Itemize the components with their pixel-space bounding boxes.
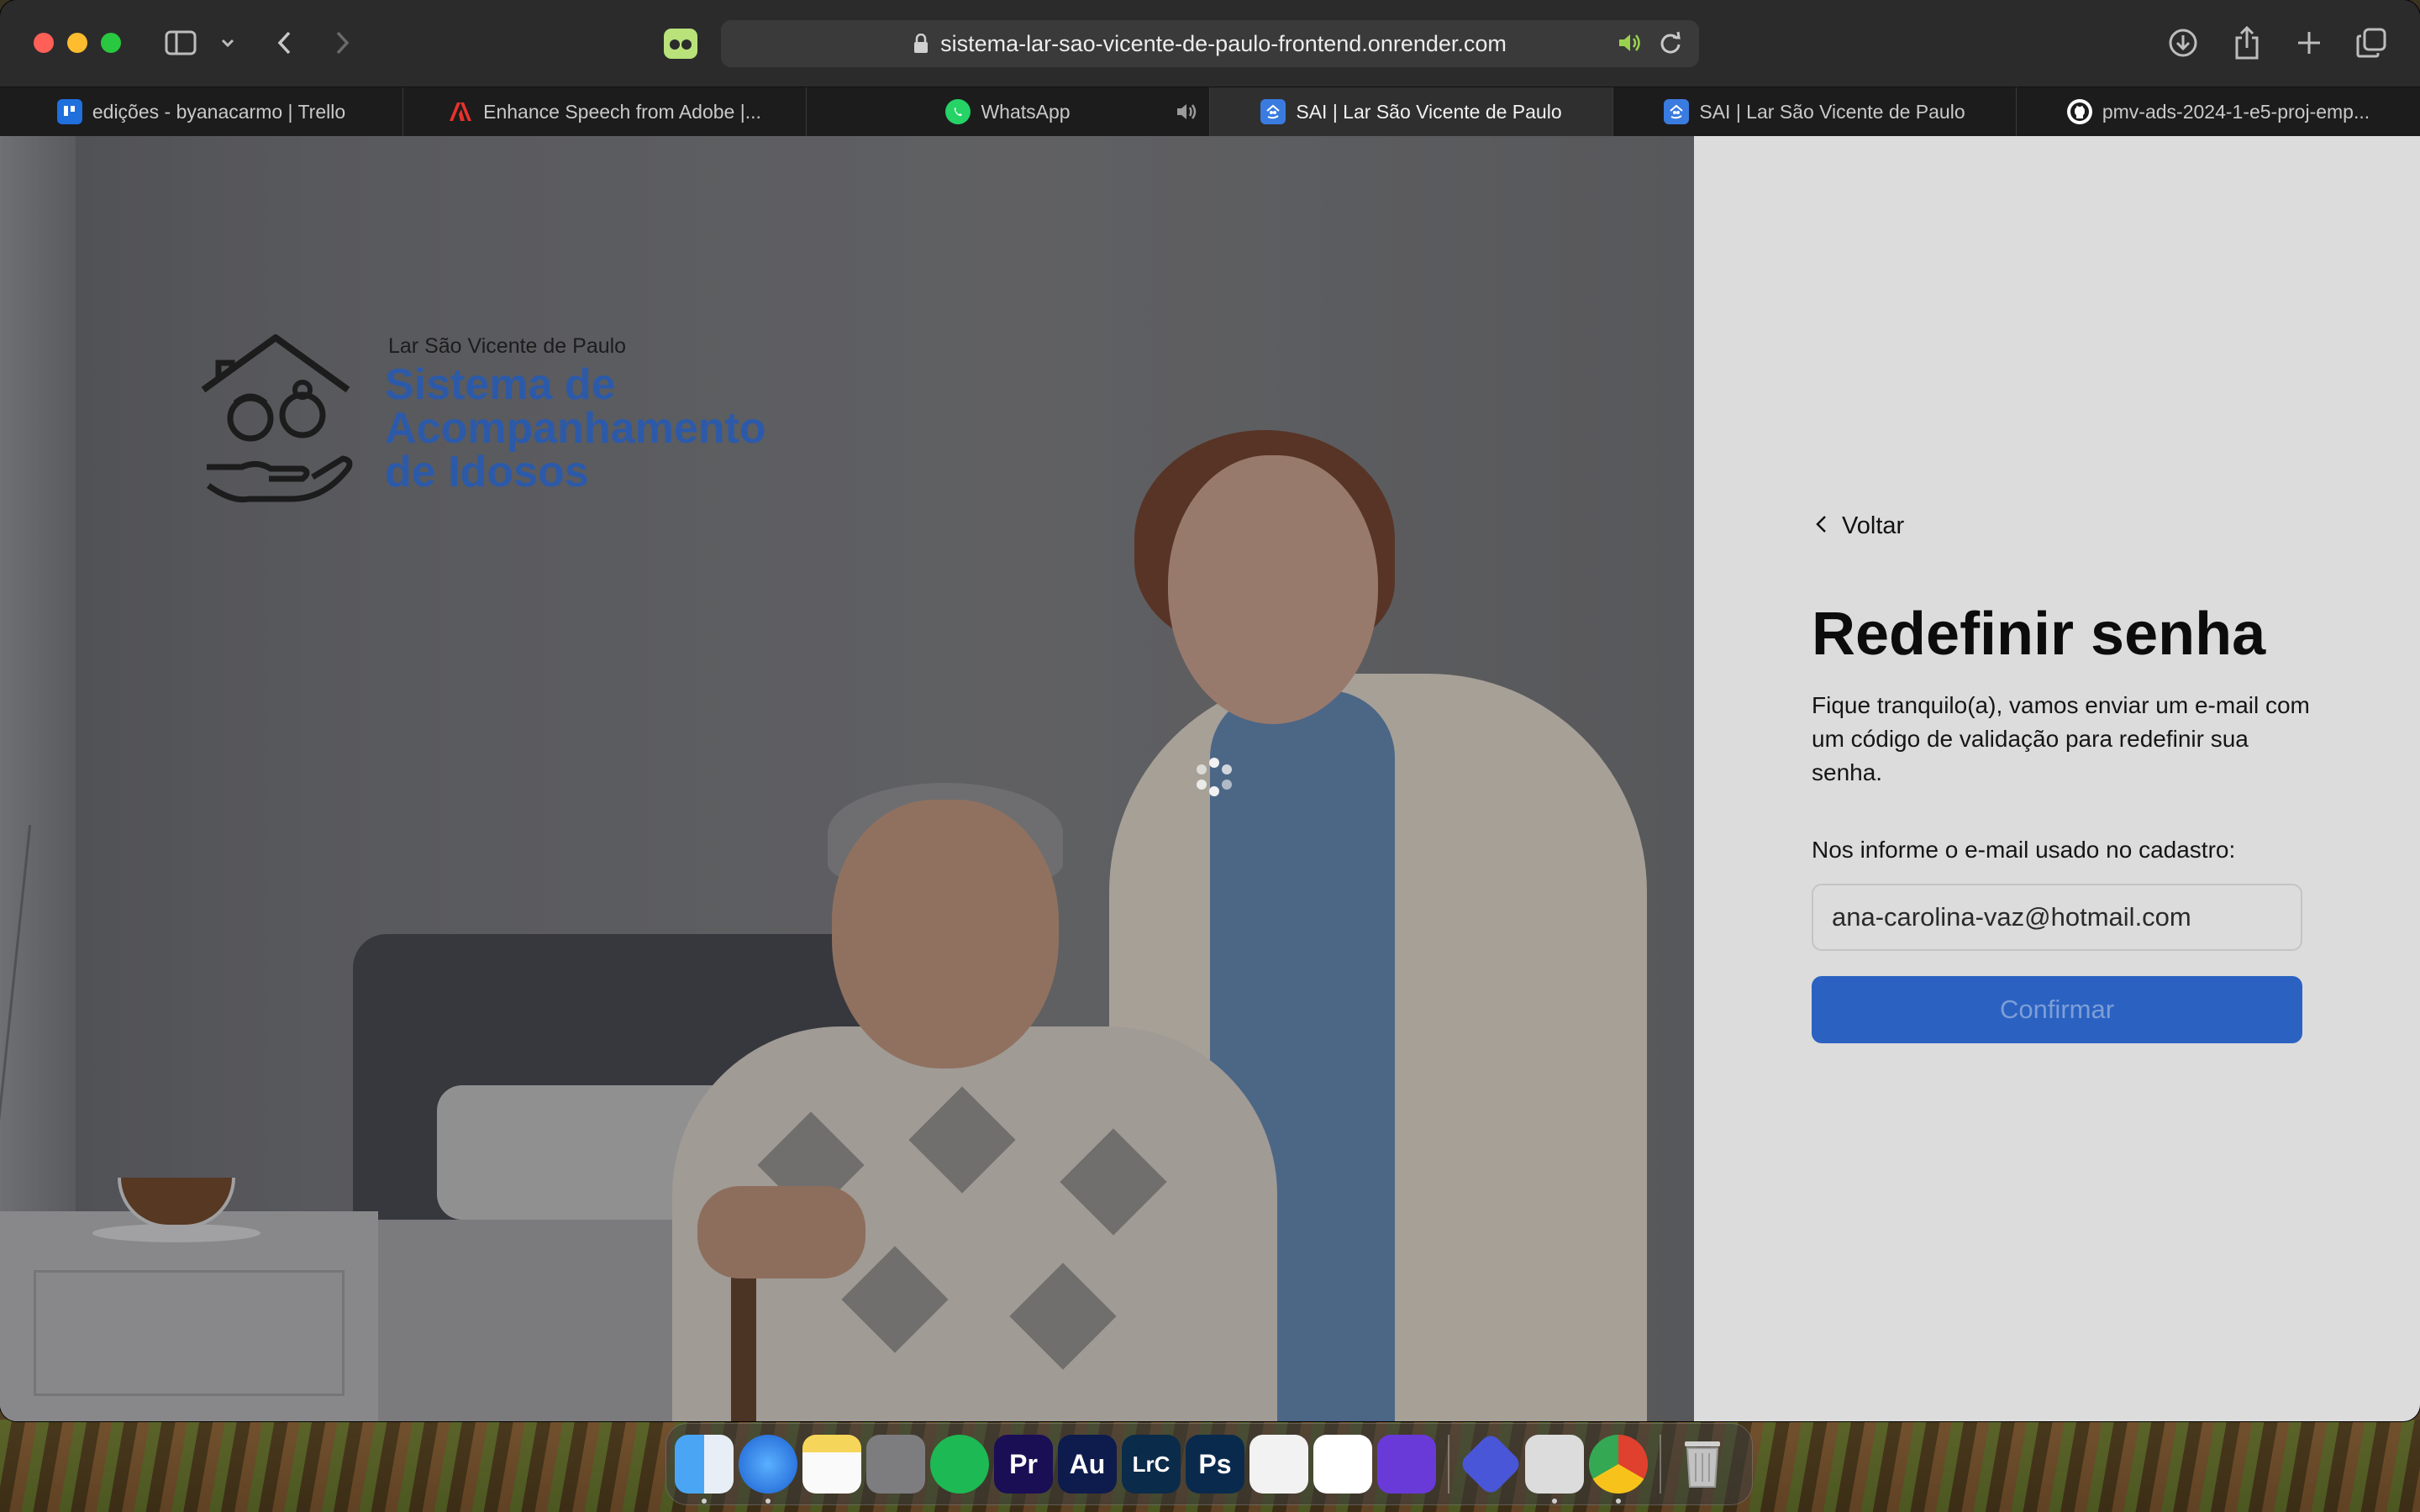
- chevron-left-icon: [1815, 512, 1827, 540]
- email-field[interactable]: [1812, 884, 2302, 951]
- brand-subtitle: Lar São Vicente de Paulo: [388, 334, 627, 358]
- tab-github[interactable]: pmv-ads-2024-1-e5-proj-emp...: [2017, 87, 2420, 136]
- dock-app-text: Ps: [1198, 1448, 1232, 1479]
- trash-icon[interactable]: [1673, 1435, 1732, 1494]
- tab-speaker-icon[interactable]: [1176, 101, 1199, 128]
- tab-trello[interactable]: edições - byanacarmo | Trello: [0, 87, 403, 136]
- url-text: sistema-lar-sao-vicente-de-paulo-fronten…: [940, 30, 1507, 56]
- downloads-icon[interactable]: [2163, 22, 2203, 64]
- preview-icon[interactable]: [1525, 1435, 1584, 1504]
- back-arrow-icon[interactable]: [271, 22, 297, 64]
- dock-app-text: Pr: [1009, 1448, 1038, 1479]
- house-hand-logo-icon: [198, 334, 366, 503]
- brand-title-line: Acompanhamento: [385, 404, 766, 453]
- tab-sai-active[interactable]: SAI | Lar São Vicente de Paulo: [1210, 87, 1613, 136]
- sidebar-toggle-icon[interactable]: [161, 22, 200, 64]
- tab-whatsapp[interactable]: WhatsApp: [807, 87, 1210, 136]
- new-tab-icon[interactable]: [2289, 22, 2329, 64]
- lock-icon: [913, 34, 929, 54]
- browser-window: sistema-lar-sao-vicente-de-paulo-fronten…: [0, 0, 2420, 1421]
- page-title: Redefinir senha: [1812, 601, 2266, 668]
- hero-overlay: [0, 136, 1694, 1421]
- magnifier-app-icon[interactable]: [1377, 1435, 1436, 1494]
- tab-overview-icon[interactable]: [2351, 22, 2391, 64]
- dock-separator: [1448, 1435, 1449, 1494]
- dock: Pr Au LrC Ps: [666, 1423, 1753, 1505]
- dock-separator: [1660, 1435, 1661, 1494]
- back-link[interactable]: Voltar: [1815, 512, 1904, 540]
- extension-icon[interactable]: [664, 29, 697, 59]
- system-settings-icon[interactable]: [866, 1435, 925, 1494]
- spotify-icon[interactable]: [930, 1435, 989, 1494]
- brand-title-line: Sistema de: [385, 360, 616, 409]
- tab-bar: edições - byanacarmo | Trello Enhance Sp…: [0, 87, 2420, 136]
- page-description: Fique tranquilo(a), vamos enviar um e-ma…: [1812, 692, 2310, 785]
- photoshop-icon[interactable]: Ps: [1186, 1435, 1244, 1494]
- dock-app-text: LrC: [1132, 1451, 1171, 1477]
- chevron-down-icon[interactable]: [217, 22, 239, 64]
- sai-icon: [1664, 99, 1690, 124]
- tab-label: Enhance Speech from Adobe |...: [483, 100, 761, 123]
- chrome-icon[interactable]: [1589, 1435, 1648, 1504]
- dock-app-text: Au: [1069, 1448, 1106, 1479]
- premiere-icon[interactable]: Pr: [994, 1435, 1053, 1494]
- reload-icon[interactable]: [1659, 30, 1682, 61]
- zoom-window-button[interactable]: [101, 33, 121, 53]
- tab-label: pmv-ads-2024-1-e5-proj-emp...: [2102, 100, 2370, 123]
- sai-icon: [1260, 99, 1286, 124]
- back-label: Voltar: [1842, 512, 1905, 539]
- confirm-button[interactable]: Confirmar: [1812, 976, 2302, 1043]
- google-drive-icon[interactable]: [1313, 1435, 1372, 1494]
- speaker-icon[interactable]: [1617, 30, 1642, 61]
- whatsapp-icon: [945, 99, 971, 124]
- brand-title: Sistema de Acompanhamento de Idosos: [385, 363, 855, 494]
- tab-label: edições - byanacarmo | Trello: [92, 100, 346, 123]
- github-icon: [2066, 99, 2092, 124]
- share-icon[interactable]: [2227, 22, 2267, 64]
- trello-icon: [56, 99, 82, 124]
- loading-spinner-icon: [1193, 758, 1235, 800]
- video-player-icon[interactable]: [1458, 1431, 1523, 1497]
- tab-adobe[interactable]: Enhance Speech from Adobe |...: [403, 87, 807, 136]
- tab-label: WhatsApp: [981, 100, 1071, 123]
- minimize-window-button[interactable]: [67, 33, 87, 53]
- close-window-button[interactable]: [34, 33, 54, 53]
- audition-icon[interactable]: Au: [1058, 1435, 1117, 1494]
- email-label: Nos informe o e-mail usado no cadastro:: [1812, 837, 2236, 863]
- tab-label: SAI | Lar São Vicente de Paulo: [1296, 100, 1562, 123]
- forward-arrow-icon[interactable]: [329, 22, 356, 64]
- davinci-icon[interactable]: [1249, 1435, 1308, 1494]
- lightroom-classic-icon[interactable]: LrC: [1122, 1435, 1181, 1494]
- browser-toolbar: sistema-lar-sao-vicente-de-paulo-fronten…: [0, 0, 2420, 87]
- brand-title-line: de Idosos: [385, 448, 589, 496]
- adobe-icon: [448, 99, 473, 124]
- finder-icon[interactable]: [675, 1435, 734, 1504]
- tab-label: SAI | Lar São Vicente de Paulo: [1699, 100, 1965, 123]
- notes-icon[interactable]: [802, 1435, 861, 1494]
- hero-photo: Lar São Vicente de Paulo Sistema de Acom…: [0, 136, 1694, 1421]
- reset-password-panel: Voltar Redefinir senha Fique tranquilo(a…: [1694, 136, 2420, 1421]
- address-bar[interactable]: sistema-lar-sao-vicente-de-paulo-fronten…: [721, 20, 1699, 67]
- tab-sai[interactable]: SAI | Lar São Vicente de Paulo: [1613, 87, 2017, 136]
- web-content: Lar São Vicente de Paulo Sistema de Acom…: [0, 136, 2420, 1421]
- safari-icon[interactable]: [739, 1435, 797, 1504]
